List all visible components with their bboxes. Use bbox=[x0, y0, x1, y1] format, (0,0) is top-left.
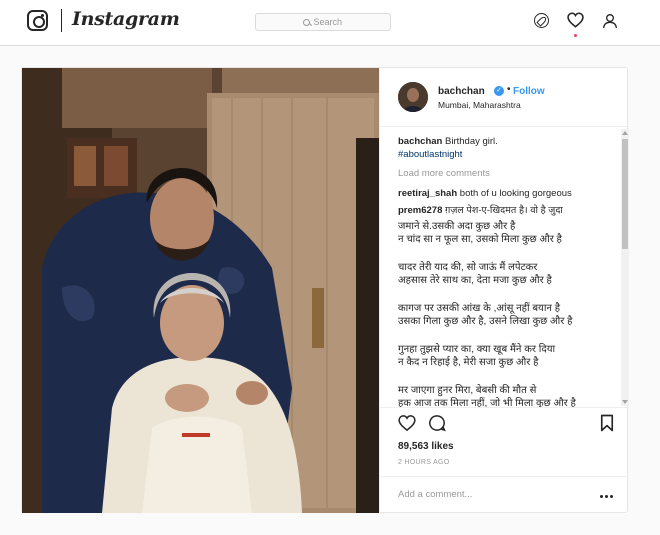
load-more-comments-button[interactable]: Load more comments bbox=[398, 168, 490, 179]
verified-badge-icon: ✓ bbox=[494, 86, 504, 96]
caption-hashtag[interactable]: #aboutlastnight bbox=[398, 149, 608, 162]
avatar[interactable] bbox=[398, 82, 428, 112]
poem-line: चादर तेरी याद की, सो जाऊं मैं लपेटकर bbox=[398, 262, 538, 273]
bookmark-icon[interactable] bbox=[599, 414, 617, 432]
post-timestamp[interactable]: 2 HOURS AGO bbox=[398, 459, 450, 466]
comment-text: both of u looking gorgeous bbox=[459, 188, 572, 199]
comments-scrollbar[interactable] bbox=[621, 129, 629, 406]
scroll-up-arrow-icon[interactable] bbox=[622, 131, 628, 135]
search-icon bbox=[302, 18, 310, 26]
likes-count[interactable]: 89,563 likes bbox=[398, 441, 454, 452]
post-photo[interactable] bbox=[22, 68, 379, 513]
poem-line: अहसास तेरे साथ का, देता मजा कुछ और है bbox=[398, 275, 552, 286]
add-comment-section bbox=[380, 476, 629, 514]
search-input[interactable] bbox=[313, 17, 344, 27]
comment-text: ग़ज़ल पेश-ए-खिदमत है। वो है जुदा bbox=[445, 205, 563, 216]
comment-item: prem6278 ग़ज़ल पेश-ए-खिदमत है। वो है जुद… bbox=[398, 205, 608, 218]
post-card: bachchan ✓ • Follow Mumbai, Maharashtra … bbox=[21, 67, 629, 513]
scrollbar-thumb[interactable] bbox=[622, 139, 628, 249]
poem-line: हक आज तक मिला नहीं, जो भी मिला कुछ और है bbox=[398, 398, 576, 407]
comments-list[interactable]: bachchan Birthday girl. #aboutlastnight … bbox=[380, 128, 629, 407]
caption-username[interactable]: bachchan bbox=[398, 136, 442, 147]
instagram-logo-icon[interactable] bbox=[27, 10, 48, 31]
notification-dot bbox=[574, 34, 577, 37]
post-actions: 89,563 likes 2 HOURS AGO bbox=[380, 407, 629, 513]
top-nav: Instagram bbox=[0, 0, 660, 46]
user-icon[interactable] bbox=[602, 13, 618, 29]
comment-username[interactable]: reetiraj_shah bbox=[398, 188, 457, 199]
add-comment-input[interactable] bbox=[398, 489, 578, 500]
more-options-icon[interactable] bbox=[600, 495, 614, 499]
caption: bachchan Birthday girl. bbox=[398, 136, 608, 149]
comment-username[interactable]: prem6278 bbox=[398, 205, 442, 216]
poem-line: जमाने से.उसकी अदा कुछ और है bbox=[398, 221, 516, 232]
heart-icon[interactable] bbox=[567, 12, 584, 28]
post-username[interactable]: bachchan bbox=[438, 86, 485, 97]
separator-dot: • bbox=[507, 84, 511, 95]
poem-line: कागज पर उसकी आंख के ,आंसू नहीं बयान है bbox=[398, 303, 561, 314]
instagram-wordmark[interactable]: Instagram bbox=[72, 8, 180, 30]
poem-line: गुनहा तुझसे प्यार का, क्या खूब मैंने कर … bbox=[398, 344, 556, 355]
poem-line: उसका गिला कुछ और है, उसने लिखा कुछ और है bbox=[398, 316, 573, 327]
comment-bubble-icon[interactable] bbox=[428, 414, 446, 432]
poem-line: न चांद सा न फूल सा, उसको मिला कुछ और है bbox=[398, 234, 562, 245]
caption-text: Birthday girl. bbox=[445, 136, 498, 147]
like-heart-icon[interactable] bbox=[398, 414, 416, 432]
post-header: bachchan ✓ • Follow Mumbai, Maharashtra bbox=[380, 68, 629, 127]
search-box[interactable] bbox=[255, 13, 391, 31]
post-location[interactable]: Mumbai, Maharashtra bbox=[438, 100, 521, 110]
explore-icon[interactable] bbox=[534, 13, 549, 28]
post-sidebar: bachchan ✓ • Follow Mumbai, Maharashtra … bbox=[379, 68, 629, 513]
poem-line: मर जाएगा हुनर मिरा, बेबसी की मौत से bbox=[398, 385, 537, 396]
follow-button[interactable]: Follow bbox=[513, 86, 545, 97]
poem-line: न कैद न रिहाई है, मेरी सजा कुछ और है bbox=[398, 357, 539, 368]
scroll-down-arrow-icon[interactable] bbox=[622, 400, 628, 404]
comment-item: reetiraj_shah both of u looking gorgeous bbox=[398, 188, 608, 201]
nav-divider bbox=[61, 9, 62, 32]
